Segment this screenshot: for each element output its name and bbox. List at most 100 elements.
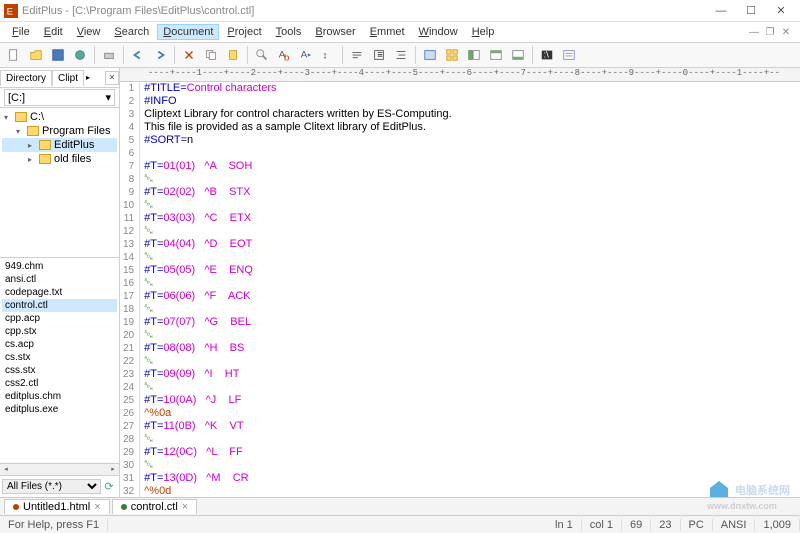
filter-refresh-icon[interactable]: ⟳ [101,480,117,493]
menu-tools[interactable]: Tools [270,24,308,40]
doc-restore-button[interactable]: ❐ [762,27,778,38]
sidebar-tab-cliptext[interactable]: Clipt [52,70,84,86]
replace-button[interactable]: Ab [274,45,294,65]
code-line[interactable]: #T=11(0B) ^K VT [144,420,800,433]
tiled-view-button[interactable] [442,45,462,65]
indent-button[interactable] [391,45,411,65]
file-list[interactable]: 949.chmansi.ctlcodepage.txtcontrol.ctlcp… [0,258,119,463]
tree-item[interactable]: ▾Program Files [2,124,117,138]
paste-button[interactable] [223,45,243,65]
save-button[interactable] [48,45,68,65]
doc-tab[interactable]: control.ctl× [112,499,198,514]
code-line[interactable]: ␁ [144,303,800,316]
drive-selector[interactable]: [C:]▾ [4,89,115,106]
menu-window[interactable]: Window [413,24,464,40]
menu-view[interactable]: View [71,24,107,40]
code-line[interactable]: #T=02(02) ^B STX [144,186,800,199]
code-line[interactable]: ␁ [144,433,800,446]
code-line[interactable]: #T=01(01) ^A SOH [144,160,800,173]
side-panel-toggle-1[interactable] [464,45,484,65]
code-fold-button[interactable]: ≡ [369,45,389,65]
file-item[interactable]: ansi.ctl [2,273,117,286]
file-item[interactable]: 949.chm [2,260,117,273]
code-line[interactable]: Cliptext Library for control characters … [144,108,800,121]
code-line[interactable]: ␁ [144,381,800,394]
file-item[interactable]: codepage.txt [2,286,117,299]
code-line[interactable]: ^%0a [144,407,800,420]
output-window-toggle[interactable] [508,45,528,65]
minimize-button[interactable]: — [706,1,736,21]
code-line[interactable]: #T=05(05) ^E ENQ [144,264,800,277]
print-button[interactable] [99,45,119,65]
word-wrap-button[interactable] [347,45,367,65]
code-line[interactable]: ␁ [144,199,800,212]
code-line[interactable]: #T=06(06) ^F ACK [144,290,800,303]
file-item[interactable]: cs.acp [2,338,117,351]
code-line[interactable]: #T=13(0D) ^M CR [144,472,800,485]
menu-search[interactable]: Search [108,24,155,40]
doc-close-button[interactable]: ✕ [778,27,794,38]
code-line[interactable]: #T=12(0C) ^L FF [144,446,800,459]
file-filter-select[interactable]: All Files (*.*) [2,479,101,494]
undo-button[interactable] [128,45,148,65]
new-file-button[interactable] [4,45,24,65]
code-line[interactable]: ␁ [144,355,800,368]
code-line[interactable]: #T=09(09) ^I HT [144,368,800,381]
tree-item[interactable]: ▾C:\ [2,110,117,124]
open-remote-button[interactable] [70,45,90,65]
code-line[interactable]: ^%0d [144,485,800,497]
tab-close-icon[interactable]: × [182,501,188,513]
code-line[interactable]: #SORT=n [144,134,800,147]
doc-tab[interactable]: Untitled1.html× [4,499,110,514]
close-button[interactable]: ✕ [766,1,796,21]
tree-item[interactable]: ▸EditPlus [2,138,117,152]
code-line[interactable]: This file is provided as a sample Clitex… [144,121,800,134]
code-line[interactable] [144,147,800,160]
menu-file[interactable]: File [6,24,36,40]
open-file-button[interactable] [26,45,46,65]
tree-item[interactable]: ▸old files [2,152,117,166]
code-line[interactable]: ␁ [144,225,800,238]
cut-button[interactable] [179,45,199,65]
redo-button[interactable] [150,45,170,65]
menu-project[interactable]: Project [221,24,267,40]
file-item[interactable]: editplus.exe [2,403,117,416]
code-line[interactable]: #T=10(0A) ^J LF [144,394,800,407]
code-line[interactable]: #T=04(04) ^D EOT [144,238,800,251]
code-line[interactable]: #T=03(03) ^C ETX [144,212,800,225]
menu-emmet[interactable]: Emmet [364,24,411,40]
file-item[interactable]: cs.stx [2,351,117,364]
code-line[interactable]: ␁ [144,459,800,472]
code-line[interactable]: ␁ [144,251,800,264]
menu-help[interactable]: Help [466,24,501,40]
tab-close-icon[interactable]: × [94,501,100,513]
code-line[interactable]: ␁ [144,173,800,186]
side-panel-toggle-2[interactable] [486,45,506,65]
code-line[interactable]: ␁ [144,277,800,290]
find-button[interactable] [252,45,272,65]
file-item[interactable]: control.ctl [2,299,117,312]
file-item[interactable]: css2.ctl [2,377,117,390]
find-next-button[interactable]: A [296,45,316,65]
file-item[interactable]: editplus.chm [2,390,117,403]
browser-preview-button[interactable] [420,45,440,65]
user-tools-button[interactable] [559,45,579,65]
code-line[interactable]: ␁ [144,329,800,342]
code-line[interactable]: #INFO [144,95,800,108]
menu-browser[interactable]: Browser [309,24,361,40]
file-item[interactable]: cpp.acp [2,312,117,325]
file-item[interactable]: cpp.stx [2,325,117,338]
file-list-hscroll[interactable]: ◂▸ [0,463,119,475]
terminal-button[interactable]: :\ [537,45,557,65]
doc-minimize-button[interactable]: — [746,27,762,38]
goto-line-button[interactable]: ↕ [318,45,338,65]
sidebar-tab-directory[interactable]: Directory [0,70,52,86]
code-line[interactable]: #T=07(07) ^G BEL [144,316,800,329]
menu-edit[interactable]: Edit [38,24,69,40]
folder-tree[interactable]: ▾C:\▾Program Files▸EditPlus▸old files [0,108,119,258]
maximize-button[interactable]: ☐ [736,1,766,21]
menu-document[interactable]: Document [157,24,219,40]
code-editor[interactable]: 1234567891011121314151617181920212223242… [120,82,800,497]
copy-button[interactable] [201,45,221,65]
sidebar-close-button[interactable]: ✕ [105,71,119,85]
